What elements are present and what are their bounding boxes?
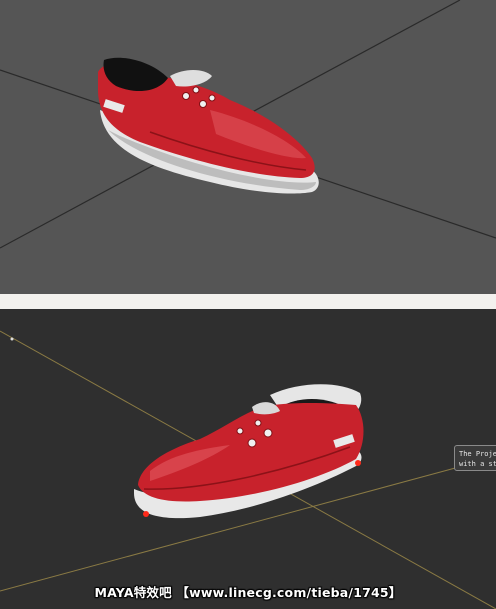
tooltip: The Proje with a st <box>454 445 496 471</box>
eyelet <box>236 427 244 435</box>
vertex-marker <box>143 511 149 517</box>
viewport-top[interactable] <box>0 0 496 294</box>
eyelet <box>199 100 207 108</box>
eyelet <box>192 86 200 94</box>
watermark-text: MAYA特效吧 【www.linecg.com/tieba/1745】 <box>94 585 402 600</box>
eyelet <box>182 92 190 100</box>
pivot-marker <box>10 337 14 341</box>
eyelet <box>208 94 216 102</box>
eyelet <box>247 438 257 448</box>
viewport-bottom-canvas[interactable] <box>0 309 496 609</box>
eyelet <box>254 419 262 427</box>
eyelet <box>263 428 273 438</box>
viewport-top-canvas[interactable] <box>0 0 496 294</box>
viewport-bottom[interactable]: The Proje with a st MAYA特效吧 【www.linecg.… <box>0 309 496 609</box>
vertex-marker <box>355 460 361 466</box>
